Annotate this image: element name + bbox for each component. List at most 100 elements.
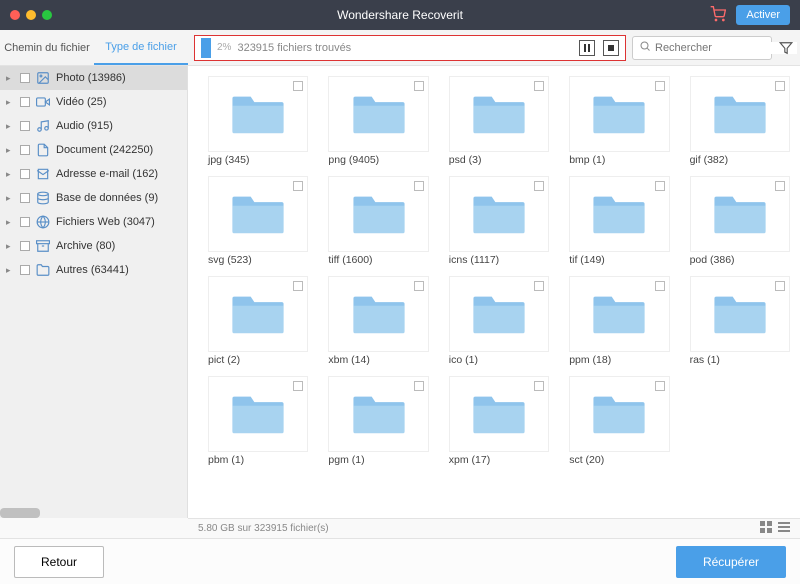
folder-item[interactable]: jpg (345) bbox=[208, 76, 308, 166]
folder-label: pod (386) bbox=[690, 254, 790, 266]
folder-item[interactable]: psd (3) bbox=[449, 76, 549, 166]
scan-progress: 2% 323915 fichiers trouvés bbox=[194, 35, 626, 61]
folder-thumbnail[interactable] bbox=[449, 376, 549, 452]
folder-thumbnail[interactable] bbox=[449, 76, 549, 152]
filter-icon[interactable] bbox=[776, 41, 796, 55]
checkbox[interactable] bbox=[293, 81, 303, 91]
chevron-right-icon: ▸ bbox=[6, 217, 14, 228]
search-box[interactable] bbox=[632, 36, 772, 60]
sidebar-item-0[interactable]: ▸Photo (13986) bbox=[0, 66, 187, 90]
folder-thumbnail[interactable] bbox=[690, 76, 790, 152]
folder-thumbnail[interactable] bbox=[449, 176, 549, 252]
checkbox[interactable] bbox=[534, 181, 544, 191]
checkbox[interactable] bbox=[534, 81, 544, 91]
folder-thumbnail[interactable] bbox=[569, 276, 669, 352]
folder-item[interactable]: bmp (1) bbox=[569, 76, 669, 166]
sidebar-item-1[interactable]: ▸Vidéo (25) bbox=[0, 90, 187, 114]
minimize-icon[interactable] bbox=[26, 10, 36, 20]
folder-item[interactable]: xpm (17) bbox=[449, 376, 549, 466]
sidebar-item-label: Vidéo (25) bbox=[56, 96, 107, 108]
checkbox[interactable] bbox=[293, 381, 303, 391]
tab-type[interactable]: Type de fichier bbox=[94, 30, 188, 65]
folder-thumbnail[interactable] bbox=[208, 276, 308, 352]
folder-thumbnail[interactable] bbox=[208, 176, 308, 252]
sidebar-item-7[interactable]: ▸Archive (80) bbox=[0, 234, 187, 258]
folder-item[interactable]: xbm (14) bbox=[328, 276, 428, 366]
folder-item[interactable]: tif (149) bbox=[569, 176, 669, 266]
folder-thumbnail[interactable] bbox=[690, 176, 790, 252]
list-view-icon[interactable] bbox=[778, 521, 790, 536]
sidebar-item-4[interactable]: ▸Adresse e-mail (162) bbox=[0, 162, 187, 186]
checkbox[interactable] bbox=[20, 121, 30, 131]
checkbox[interactable] bbox=[20, 217, 30, 227]
maximize-icon[interactable] bbox=[42, 10, 52, 20]
checkbox[interactable] bbox=[293, 181, 303, 191]
sidebar-item-8[interactable]: ▸Autres (63441) bbox=[0, 258, 187, 282]
checkbox[interactable] bbox=[20, 241, 30, 251]
sidebar-item-label: Adresse e-mail (162) bbox=[56, 168, 158, 180]
folder-item[interactable]: ras (1) bbox=[690, 276, 790, 366]
checkbox[interactable] bbox=[20, 265, 30, 275]
folder-thumbnail[interactable] bbox=[328, 276, 428, 352]
folder-item[interactable]: pbm (1) bbox=[208, 376, 308, 466]
cart-icon[interactable] bbox=[710, 6, 726, 25]
checkbox[interactable] bbox=[414, 81, 424, 91]
sidebar-tabs: Chemin du fichier Type de fichier bbox=[0, 30, 188, 65]
chevron-right-icon: ▸ bbox=[6, 73, 14, 84]
folder-label: png (9405) bbox=[328, 154, 428, 166]
folder-item[interactable]: tiff (1600) bbox=[328, 176, 428, 266]
back-button[interactable]: Retour bbox=[14, 546, 104, 578]
folder-thumbnail[interactable] bbox=[690, 276, 790, 352]
folder-item[interactable]: pgm (1) bbox=[328, 376, 428, 466]
checkbox[interactable] bbox=[414, 181, 424, 191]
folder-item[interactable]: gif (382) bbox=[690, 76, 790, 166]
folder-item[interactable]: sct (20) bbox=[569, 376, 669, 466]
stop-button[interactable] bbox=[603, 40, 619, 56]
folder-item[interactable]: svg (523) bbox=[208, 176, 308, 266]
grid-view-icon[interactable] bbox=[760, 521, 772, 536]
folder-item[interactable]: pod (386) bbox=[690, 176, 790, 266]
folder-item[interactable]: ppm (18) bbox=[569, 276, 669, 366]
checkbox[interactable] bbox=[20, 73, 30, 83]
checkbox[interactable] bbox=[20, 169, 30, 179]
sidebar-item-6[interactable]: ▸Fichiers Web (3047) bbox=[0, 210, 187, 234]
folder-item[interactable]: png (9405) bbox=[328, 76, 428, 166]
close-icon[interactable] bbox=[10, 10, 20, 20]
tab-path[interactable]: Chemin du fichier bbox=[0, 30, 94, 65]
pause-button[interactable] bbox=[579, 40, 595, 56]
folder-thumbnail[interactable] bbox=[449, 276, 549, 352]
folder-thumbnail[interactable] bbox=[208, 76, 308, 152]
folder-thumbnail[interactable] bbox=[328, 376, 428, 452]
checkbox[interactable] bbox=[414, 281, 424, 291]
checkbox[interactable] bbox=[775, 81, 785, 91]
folder-item[interactable]: ico (1) bbox=[449, 276, 549, 366]
folder-thumbnail[interactable] bbox=[328, 76, 428, 152]
activate-button[interactable]: Activer bbox=[736, 5, 790, 25]
checkbox[interactable] bbox=[534, 381, 544, 391]
folder-thumbnail[interactable] bbox=[328, 176, 428, 252]
search-icon bbox=[639, 40, 651, 55]
checkbox[interactable] bbox=[534, 281, 544, 291]
checkbox[interactable] bbox=[775, 281, 785, 291]
folder-item[interactable]: pict (2) bbox=[208, 276, 308, 366]
folder-thumbnail[interactable] bbox=[569, 376, 669, 452]
folder-thumbnail[interactable] bbox=[208, 376, 308, 452]
sidebar-item-2[interactable]: ▸Audio (915) bbox=[0, 114, 187, 138]
checkbox[interactable] bbox=[775, 181, 785, 191]
checkbox[interactable] bbox=[293, 281, 303, 291]
folder-thumbnail[interactable] bbox=[569, 76, 669, 152]
checkbox[interactable] bbox=[20, 97, 30, 107]
checkbox[interactable] bbox=[20, 145, 30, 155]
checkbox[interactable] bbox=[655, 81, 665, 91]
folder-thumbnail[interactable] bbox=[569, 176, 669, 252]
checkbox[interactable] bbox=[655, 381, 665, 391]
sidebar-item-3[interactable]: ▸Document (242250) bbox=[0, 138, 187, 162]
recover-button[interactable]: Récupérer bbox=[676, 546, 786, 578]
folder-item[interactable]: icns (1117) bbox=[449, 176, 549, 266]
sidebar-item-5[interactable]: ▸Base de données (9) bbox=[0, 186, 187, 210]
checkbox[interactable] bbox=[655, 281, 665, 291]
scrollbar-horizontal[interactable] bbox=[0, 508, 40, 518]
checkbox[interactable] bbox=[414, 381, 424, 391]
checkbox[interactable] bbox=[655, 181, 665, 191]
checkbox[interactable] bbox=[20, 193, 30, 203]
